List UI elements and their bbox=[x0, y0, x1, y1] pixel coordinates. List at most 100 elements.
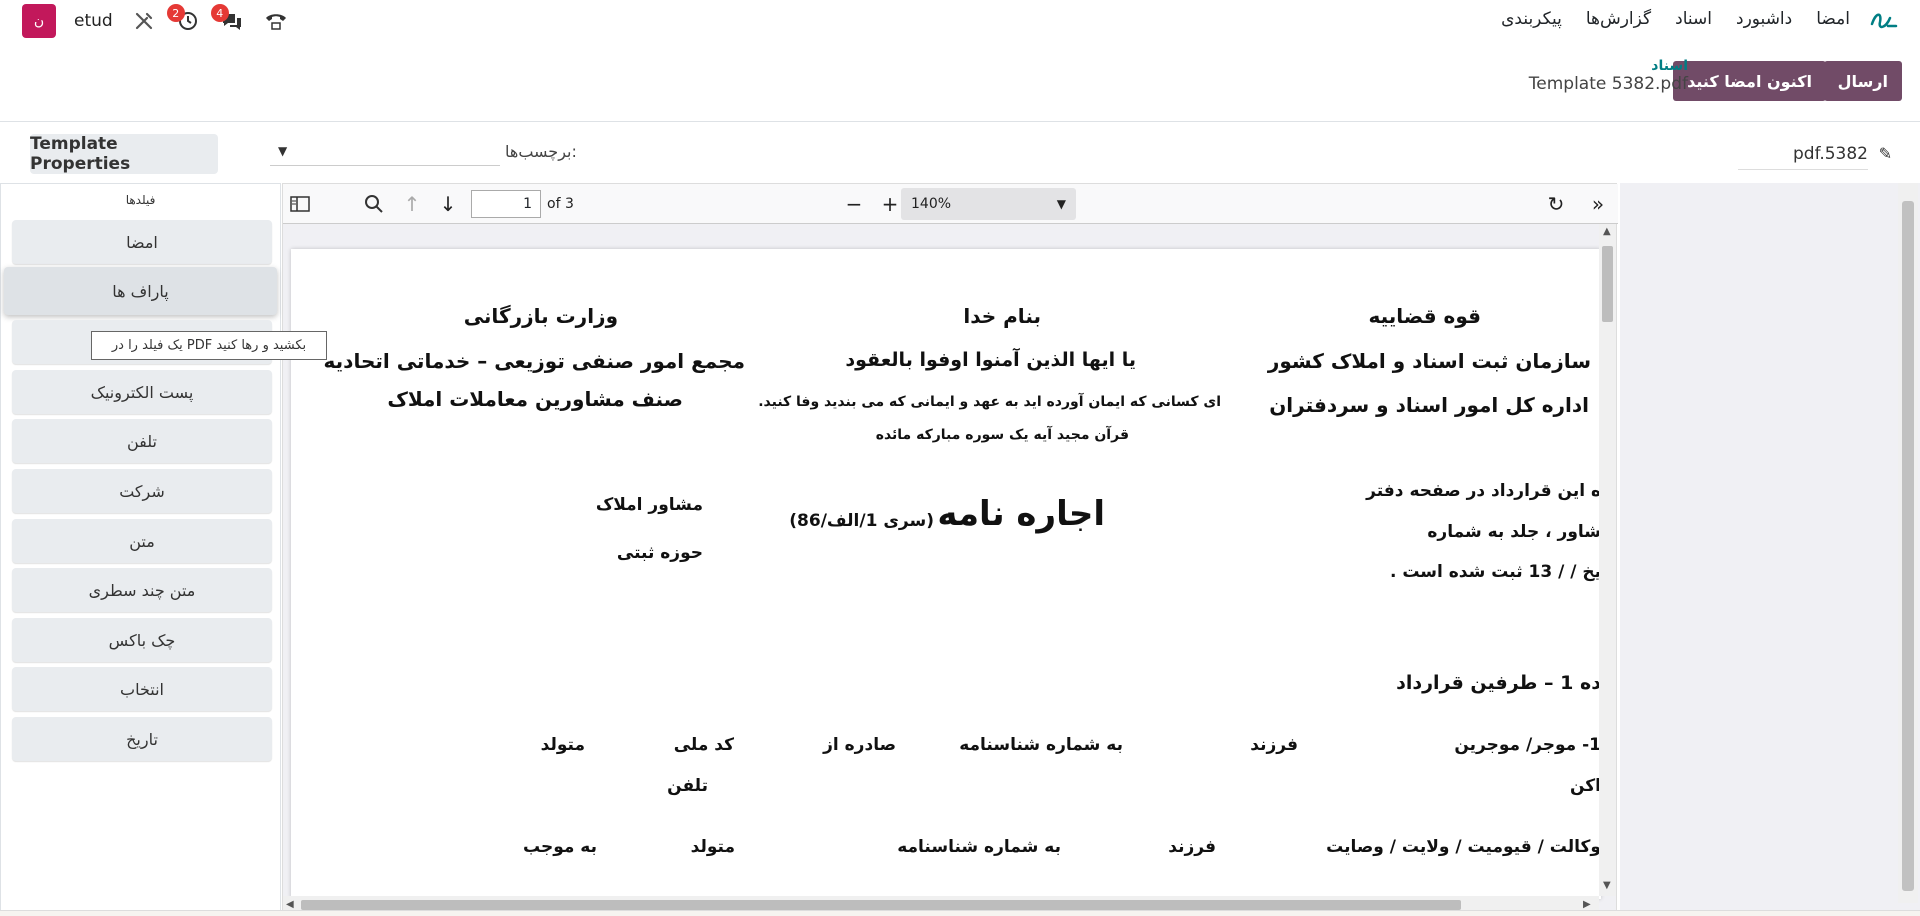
page-number-input[interactable]: 1 bbox=[471, 190, 541, 218]
debug-tools-icon[interactable] bbox=[131, 8, 157, 34]
field-company[interactable]: شرکت bbox=[12, 469, 272, 513]
pdf-toolbar: ↑ ↓ 1 of 3 − + 140% ▼ ↻ » bbox=[283, 184, 1618, 224]
search-icon[interactable] bbox=[363, 193, 385, 215]
previous-page-icon[interactable]: ↑ bbox=[401, 192, 423, 216]
phone-icon bbox=[265, 14, 286, 30]
field-date[interactable]: تاریخ bbox=[12, 717, 272, 761]
filename-field[interactable]: pdf.5382 bbox=[1738, 138, 1868, 170]
field-phone[interactable]: تلفن bbox=[12, 419, 272, 463]
page-scrollbar[interactable] bbox=[1898, 183, 1918, 903]
pdf-row2-phone: تلفن bbox=[667, 776, 708, 796]
chatter-area bbox=[1620, 183, 1920, 916]
pdf-vertical-scroll-thumb[interactable] bbox=[1602, 246, 1613, 322]
pdf-row3-according-to: به موجب bbox=[522, 837, 597, 857]
systray: ن etud 2 4 bbox=[22, 4, 289, 38]
pdf-left-heading-2: مجمع امور صنفی توزیعی – خدماتی اتحادیه bbox=[323, 349, 745, 373]
template-properties-row: Template Properties ▼ برچسب‌ها: pdf.5382… bbox=[0, 122, 1920, 182]
pdf-center-heading-3: ای کسانی که ایمان آورده اید به عهد و ایم… bbox=[758, 394, 1221, 410]
pdf-page: قوه قضاییه سازمان ثبت اسناد و املاک کشور… bbox=[291, 249, 1601, 899]
field-multiline-text[interactable]: متن چند سطری bbox=[12, 568, 272, 612]
chevron-down-icon[interactable]: ▼ bbox=[278, 144, 287, 158]
pdf-center-heading-1: بنام خدا bbox=[963, 304, 1041, 328]
pdf-row1-landlord: 1- موجر/ موجرین bbox=[1454, 735, 1601, 755]
pdf-right-heading-1: قوه قضاییه bbox=[1368, 304, 1481, 328]
zoom-select[interactable]: 140% ▼ bbox=[901, 188, 1076, 220]
menu-item-reports[interactable]: گزارش‌ها bbox=[1586, 9, 1651, 29]
next-page-icon[interactable]: ↓ bbox=[437, 192, 459, 216]
pdf-horizontal-scroll-thumb[interactable] bbox=[301, 900, 1461, 910]
field-initials[interactable]: پاراف ها bbox=[4, 267, 277, 315]
pencil-icon[interactable]: ✎ bbox=[1879, 144, 1892, 163]
activity-clock-button[interactable]: 2 bbox=[166, 4, 201, 34]
scroll-left-arrow-icon[interactable]: ◀ bbox=[286, 899, 294, 910]
pdf-lease-title: اجاره نامه bbox=[937, 494, 1105, 534]
pdf-row1-born: متولد bbox=[540, 735, 585, 755]
field-text[interactable]: متن bbox=[12, 519, 272, 563]
zoom-out-icon[interactable]: − bbox=[843, 192, 865, 216]
pdf-registry-label: حوزه ثبتی bbox=[616, 543, 703, 563]
sign-logo-icon[interactable] bbox=[1868, 6, 1898, 34]
pdf-registration-line-3: یخ / / 13 ثبت شده است . bbox=[1389, 562, 1601, 582]
pdf-center-heading-4: قرآن مجید آیه یک سوره مبارکه مائده bbox=[875, 427, 1129, 443]
activity-count-badge: 2 bbox=[166, 4, 185, 22]
bottom-strip bbox=[0, 910, 1920, 916]
pdf-vertical-scrollbar[interactable]: ▲ ▼ bbox=[1599, 224, 1616, 896]
pdf-center-heading-2: یا ایها الذین آمنوا اوفوا بالعقود bbox=[845, 349, 1136, 371]
zoom-value: 140% bbox=[911, 196, 952, 212]
send-button[interactable]: ارسال bbox=[1823, 61, 1902, 101]
breadcrumb-parent[interactable]: اسناد bbox=[1529, 58, 1688, 74]
menu-item-documents[interactable]: اسناد bbox=[1675, 9, 1712, 29]
tags-label: برچسب‌ها: bbox=[505, 142, 577, 161]
pdf-row3-born: متولد bbox=[690, 837, 735, 857]
scroll-right-arrow-icon[interactable]: ▶ bbox=[1583, 899, 1591, 910]
pdf-row1-child-of: فرزند bbox=[1250, 735, 1298, 755]
page-scroll-thumb[interactable] bbox=[1902, 201, 1914, 891]
field-signature[interactable]: امضا bbox=[12, 220, 272, 264]
tags-input[interactable] bbox=[270, 136, 500, 166]
menu-item-configuration[interactable]: پیکربندی bbox=[1501, 9, 1562, 29]
messages-button[interactable]: 4 bbox=[210, 4, 245, 34]
pdf-left-heading-1: وزارت بازرگانی bbox=[463, 304, 618, 328]
breadcrumb: اسناد Template 5382.pdf bbox=[1529, 58, 1688, 94]
scroll-down-arrow-icon[interactable]: ▼ bbox=[1603, 880, 1611, 891]
pdf-right-heading-3: اداره کل امور اسناد و سردفتران bbox=[1269, 393, 1589, 417]
scroll-up-arrow-icon[interactable]: ▲ bbox=[1603, 226, 1611, 237]
pdf-registration-line-1: ه این قرارداد در صفحه دفتر bbox=[1366, 481, 1601, 501]
pdf-viewer: ↑ ↓ 1 of 3 − + 140% ▼ ↻ » قوه قضاییه ساز… bbox=[282, 183, 1618, 916]
field-checkbox[interactable]: چک باکس bbox=[12, 618, 272, 662]
sidebar-toggle-icon[interactable] bbox=[289, 193, 311, 215]
database-name[interactable]: etud bbox=[74, 11, 113, 31]
pdf-left-heading-3: صنف مشاورین معاملات املاک bbox=[387, 387, 683, 411]
template-properties-button[interactable]: Template Properties bbox=[30, 134, 218, 174]
menu-item-sign[interactable]: امضا bbox=[1816, 9, 1850, 29]
pdf-row3-power: وکالت / قیومیت / ولایت / وصایت bbox=[1326, 837, 1601, 857]
fields-sidebar: فیلدها امضا پاراف ها پست الکترونیک تلفن … bbox=[0, 183, 281, 916]
main-menu: امضا داشبورد اسناد گزارش‌ها پیکربندی bbox=[1501, 9, 1850, 29]
rotate-icon[interactable]: ↻ bbox=[1545, 192, 1567, 216]
field-email[interactable]: پست الکترونیک bbox=[12, 370, 272, 414]
tools-menu-icon[interactable]: » bbox=[1587, 192, 1609, 216]
pdf-row3-id-number: به شماره شناسنامه bbox=[897, 837, 1061, 857]
fields-title: فیلدها bbox=[125, 193, 156, 207]
pdf-right-heading-2: سازمان ثبت اسناد و املاک کشور bbox=[1267, 349, 1591, 373]
field-selection[interactable]: انتخاب bbox=[12, 667, 272, 711]
pdf-row1-id-number: به شماره شناسنامه bbox=[959, 735, 1123, 755]
navbar: امضا داشبورد اسناد گزارش‌ها پیکربندی ن e… bbox=[0, 0, 1920, 40]
pdf-row3-child-of: فرزند bbox=[1168, 837, 1216, 857]
chevron-down-icon: ▼ bbox=[1056, 197, 1066, 211]
pdf-registration-line-2: شاور ، جلد به شماره bbox=[1427, 522, 1601, 542]
page-count: of 3 bbox=[547, 196, 574, 212]
menu-item-dashboard[interactable]: داشبورد bbox=[1736, 9, 1792, 29]
phone-button[interactable] bbox=[263, 8, 289, 34]
pdf-series-number: (سری 1/الف/86) bbox=[789, 511, 934, 531]
user-avatar[interactable]: ن bbox=[22, 4, 56, 38]
pdf-row1-national-code: کد ملی bbox=[673, 735, 734, 755]
drag-tooltip: بکشید و رها کنید PDF یک فیلد را در bbox=[91, 331, 327, 360]
zoom-in-icon[interactable]: + bbox=[879, 192, 901, 216]
pdf-row1-issued-from: صادره از bbox=[823, 735, 896, 755]
breadcrumb-current: Template 5382.pdf bbox=[1528, 74, 1688, 94]
pdf-article-heading: ده 1 – طرفین قرارداد bbox=[1396, 672, 1601, 694]
sign-now-button[interactable]: اکنون امضا کنید bbox=[1673, 61, 1826, 101]
pdf-row2-resident: اکن bbox=[1569, 776, 1601, 796]
pdf-advisor-label: مشاور املاک bbox=[595, 495, 703, 515]
